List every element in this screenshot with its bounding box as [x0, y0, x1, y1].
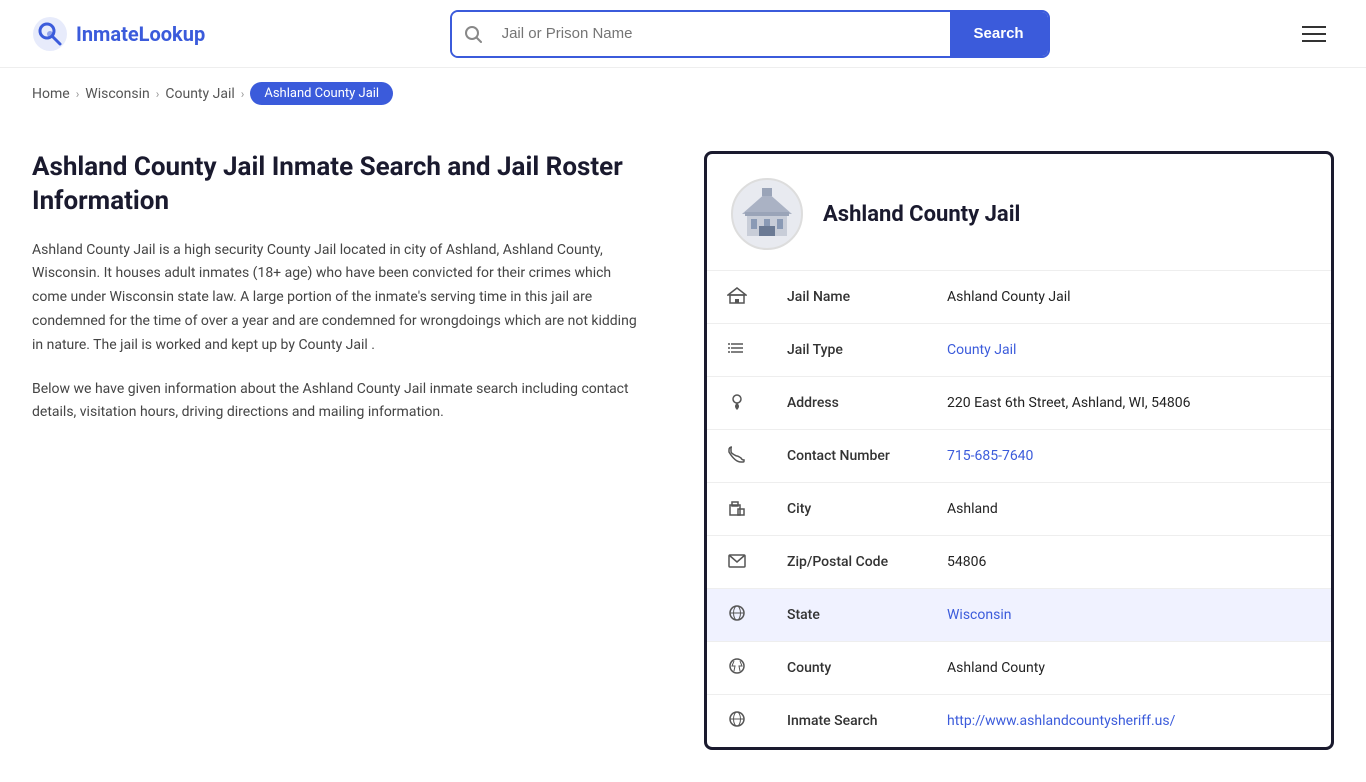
jail-card: Ashland County Jail Jail NameAshland Cou…: [704, 151, 1334, 750]
row-label: Jail Name: [767, 271, 927, 324]
right-column: Ashland County Jail Jail NameAshland Cou…: [704, 151, 1334, 750]
page-description: Ashland County Jail is a high security C…: [32, 239, 640, 358]
row-link[interactable]: http://www.ashlandcountysheriff.us/: [947, 713, 1175, 729]
logo-text: InmateLookup: [76, 22, 205, 46]
row-label: Jail Type: [767, 324, 927, 377]
row-link[interactable]: 715-685-7640: [947, 448, 1033, 464]
search-area: Search: [450, 10, 1050, 58]
row-value[interactable]: Wisconsin: [927, 589, 1331, 642]
table-row: Inmate Search http://www.ashlandcountyshe…: [707, 695, 1331, 748]
jail-card-title: Ashland County Jail: [823, 202, 1020, 227]
breadcrumb-state[interactable]: Wisconsin: [85, 86, 149, 102]
breadcrumb-home[interactable]: Home: [32, 86, 70, 102]
table-row: CityAshland: [707, 483, 1331, 536]
table-row: CountyAshland County: [707, 642, 1331, 695]
table-row: State Wisconsin: [707, 589, 1331, 642]
table-row: Contact Number 715-685-7640: [707, 430, 1331, 483]
jail-card-header: Ashland County Jail: [707, 154, 1331, 271]
search-input[interactable]: [494, 12, 950, 56]
search-wrapper: Search: [450, 10, 1050, 58]
city-icon: [707, 483, 767, 536]
logo-icon: [32, 16, 68, 52]
row-value: Ashland County: [927, 642, 1331, 695]
row-label: Address: [767, 377, 927, 430]
row-link[interactable]: Wisconsin: [947, 607, 1011, 623]
row-label: Zip/Postal Code: [767, 536, 927, 589]
jail-icon: [707, 271, 767, 324]
courthouse-icon: [737, 184, 797, 244]
hamburger-menu[interactable]: [1294, 18, 1334, 50]
chevron-icon: ›: [241, 87, 245, 101]
row-value[interactable]: 715-685-7640: [927, 430, 1331, 483]
county-icon: [707, 642, 767, 695]
table-row: Jail NameAshland County Jail: [707, 271, 1331, 324]
row-label: Inmate Search: [767, 695, 927, 748]
main-content: Ashland County Jail Inmate Search and Ja…: [0, 119, 1366, 782]
row-label: Contact Number: [767, 430, 927, 483]
row-label: City: [767, 483, 927, 536]
header: InmateLookup Search: [0, 0, 1366, 68]
chevron-icon: ›: [156, 87, 160, 101]
logo[interactable]: InmateLookup: [32, 16, 205, 52]
list-icon: [707, 324, 767, 377]
table-row: Address220 East 6th Street, Ashland, WI,…: [707, 377, 1331, 430]
page-description-2: Below we have given information about th…: [32, 378, 640, 426]
row-label: County: [767, 642, 927, 695]
info-table: Jail NameAshland County JailJail TypeCou…: [707, 271, 1331, 747]
breadcrumb: Home › Wisconsin › County Jail › Ashland…: [0, 68, 1366, 119]
globe2-icon: [707, 695, 767, 748]
phone-icon: [707, 430, 767, 483]
row-value[interactable]: http://www.ashlandcountysheriff.us/: [927, 695, 1331, 748]
left-column: Ashland County Jail Inmate Search and Ja…: [32, 151, 672, 750]
table-row: Zip/Postal Code54806: [707, 536, 1331, 589]
zip-icon: [707, 536, 767, 589]
table-row: Jail Type County Jail: [707, 324, 1331, 377]
row-link[interactable]: County Jail: [947, 342, 1016, 358]
pin-icon: [707, 377, 767, 430]
row-value: Ashland: [927, 483, 1331, 536]
jail-avatar: [731, 178, 803, 250]
chevron-icon: ›: [76, 87, 80, 101]
breadcrumb-type[interactable]: County Jail: [165, 86, 234, 102]
globe-icon: [707, 589, 767, 642]
breadcrumb-current: Ashland County Jail: [250, 82, 393, 105]
page-title: Ashland County Jail Inmate Search and Ja…: [32, 151, 640, 219]
row-value: 54806: [927, 536, 1331, 589]
row-label: State: [767, 589, 927, 642]
row-value: 220 East 6th Street, Ashland, WI, 54806: [927, 377, 1331, 430]
row-value: Ashland County Jail: [927, 271, 1331, 324]
search-icon: [452, 12, 494, 56]
search-button[interactable]: Search: [950, 12, 1048, 56]
row-value[interactable]: County Jail: [927, 324, 1331, 377]
